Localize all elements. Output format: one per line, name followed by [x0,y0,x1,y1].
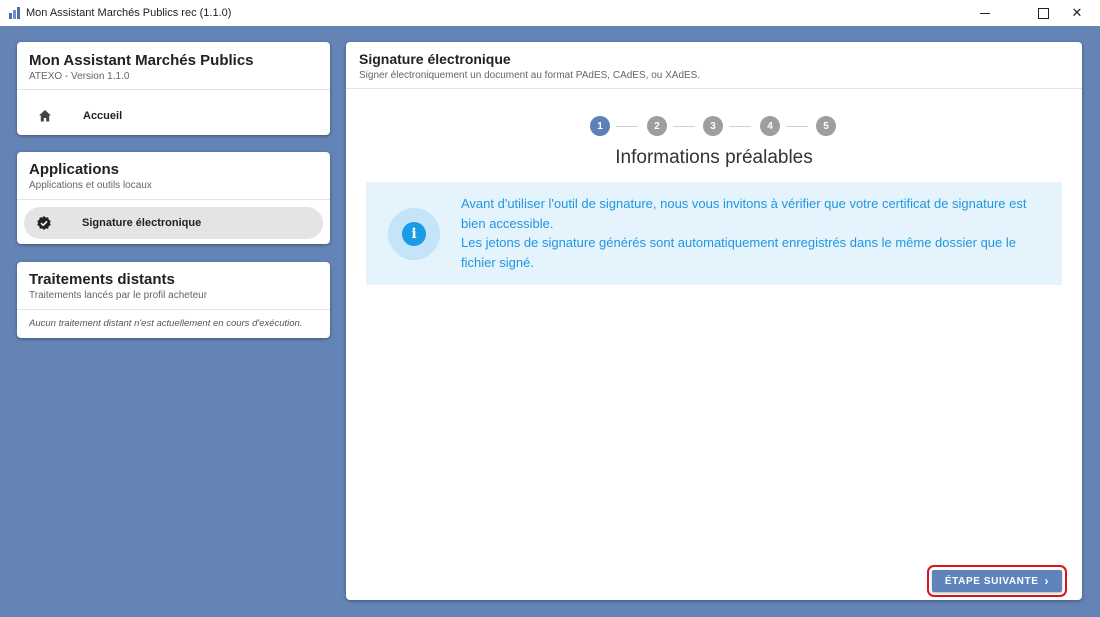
divider [17,89,330,90]
page-title: Signature électronique [359,51,511,67]
step-connector [616,125,638,127]
app-area: Mon Assistant Marchés Publics ATEXO - Ve… [0,26,1100,617]
step-3: 3 [703,116,723,136]
info-icon: i [402,222,426,246]
app-header-card: Mon Assistant Marchés Publics ATEXO - Ve… [17,42,330,135]
step-connector [729,125,751,127]
applications-title: Applications [29,161,120,178]
next-step-label: ÉTAPE SUIVANTE [944,575,1039,587]
minimize-icon [980,12,990,14]
nav-home[interactable]: Accueil [25,100,321,132]
info-box: i Avant d'utiliser l'outil de signature,… [366,182,1062,285]
applications-card: Applications Applications et outils loca… [17,152,330,244]
window-title: Mon Assistant Marchés Publics rec (1.1.0… [26,7,232,19]
step-connector [673,125,695,127]
sidebar-item-label: Signature électronique [82,217,202,229]
divider [17,199,330,200]
divider [346,88,1082,89]
chevron-right-icon: › [1044,574,1050,588]
divider [17,309,330,310]
minimize-button[interactable] [962,0,1008,26]
info-line-1: Avant d'utiliser l'outil de signature, n… [461,196,1027,231]
step-1: 1 [590,116,610,136]
nav-home-label: Accueil [83,110,123,122]
remote-subtitle: Traitements lancés par le profil acheteu… [29,290,208,301]
app-version: ATEXO - Version 1.1.0 [29,71,130,82]
app-name: Mon Assistant Marchés Publics [29,52,254,69]
sidebar-item-signature[interactable]: Signature électronique [24,207,323,239]
step-4: 4 [760,116,780,136]
remote-title: Traitements distants [29,271,175,288]
next-step-button[interactable]: ÉTAPE SUIVANTE › [927,565,1067,597]
remote-processing-card: Traitements distants Traitements lancés … [17,262,330,338]
step-title: Informations préalables [615,147,813,168]
info-line-2: Les jetons de signature générés sont aut… [461,235,1016,270]
close-button[interactable]: ✕ [1054,0,1100,26]
maximize-icon [1037,7,1049,19]
step-5: 5 [816,116,836,136]
page-subtitle: Signer électroniquement un document au f… [359,70,701,81]
close-icon: ✕ [1071,5,1083,20]
app-icon [9,7,20,19]
home-icon [39,110,51,122]
info-text: Avant d'utiliser l'outil de signature, n… [461,194,1041,272]
step-connector [786,125,808,127]
remote-empty-message: Aucun traitement distant n'est actuellem… [29,318,303,329]
title-bar: Mon Assistant Marchés Publics rec (1.1.0… [0,0,1100,27]
verified-badge-icon [37,216,51,230]
applications-subtitle: Applications et outils locaux [29,180,152,191]
info-icon-background: i [388,208,440,260]
step-2: 2 [647,116,667,136]
signature-card: Signature électronique Signer électroniq… [346,42,1082,600]
